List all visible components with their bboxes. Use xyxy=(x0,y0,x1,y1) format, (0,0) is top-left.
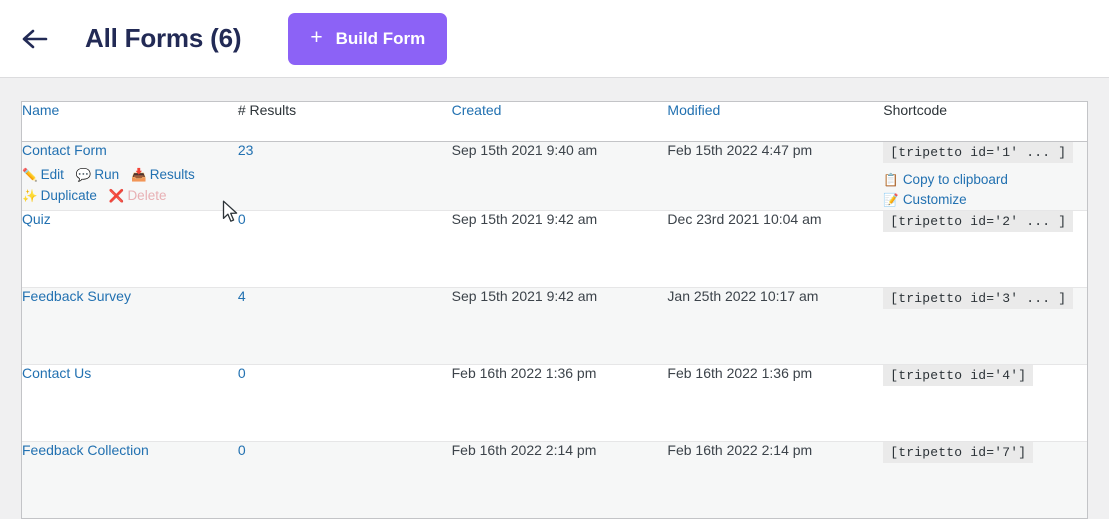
shortcode-actions: 📋 Copy to clipboard 📝 Customize xyxy=(883,170,1087,210)
row-action-duplicate[interactable]: ✨ Duplicate xyxy=(22,188,97,203)
cell-modified: Jan 25th 2022 10:17 am xyxy=(667,287,884,365)
shortcode-value: [tripetto id='4'] xyxy=(883,365,1034,386)
table-header: Name # Results Created Modified Shortcod… xyxy=(22,102,1087,142)
row-action-results[interactable]: 📥 Results xyxy=(131,167,195,182)
form-name-link[interactable]: Contact Form xyxy=(22,142,107,158)
table-row: Quiz 0 Sep 15th 2021 9:42 am Dec 23rd 20… xyxy=(22,210,1087,288)
forms-table: Name # Results Created Modified Shortcod… xyxy=(22,102,1087,518)
form-name-link[interactable]: Feedback Survey xyxy=(22,288,131,304)
shortcode-value: [tripetto id='2' ... ] xyxy=(883,211,1074,232)
build-form-label: Build Form xyxy=(335,28,426,48)
sparkles-icon: ✨ xyxy=(22,189,38,203)
cell-created: Sep 15th 2021 9:42 am xyxy=(451,287,668,365)
form-name-link[interactable]: Quiz xyxy=(22,211,51,227)
cell-created: Feb 16th 2022 2:14 pm xyxy=(451,441,668,518)
row-action-run[interactable]: 💬 Run xyxy=(76,167,119,182)
table-body: Contact Form ✏️ Edit 💬 Run 📥 Results ✨ Duplica… xyxy=(22,141,1087,518)
results-count-link[interactable]: 0 xyxy=(238,211,246,227)
column-header-modified[interactable]: Modified xyxy=(667,102,884,142)
table-row: Feedback Survey 4 Sep 15th 2021 9:42 am … xyxy=(22,287,1087,365)
form-name-link[interactable]: Contact Us xyxy=(22,365,91,381)
cell-shortcode: [tripetto id='3' ... ] xyxy=(883,287,1087,365)
speech-bubble-icon: 💬 xyxy=(75,168,92,182)
row-actions: ✏️ Edit 💬 Run 📥 Results ✨ Duplicate ❌ Delete xyxy=(22,164,238,206)
copy-to-clipboard-link[interactable]: 📋 Copy to clipboard xyxy=(883,170,1087,190)
cell-results: 0 xyxy=(237,364,452,442)
inbox-tray-icon: 📥 xyxy=(131,168,147,182)
plus-icon: + xyxy=(310,26,323,49)
cell-name: Contact Us xyxy=(22,364,238,442)
cell-created: Sep 15th 2021 9:40 am xyxy=(451,141,668,211)
back-button[interactable] xyxy=(18,22,52,56)
results-count-link[interactable]: 4 xyxy=(238,288,246,304)
cell-modified: Feb 16th 2022 1:36 pm xyxy=(667,364,884,442)
row-action-delete: ❌ Delete xyxy=(108,188,167,203)
cell-shortcode: [tripetto id='4'] xyxy=(883,364,1087,442)
results-count-link[interactable]: 0 xyxy=(238,365,246,381)
customize-link[interactable]: 📝 Customize xyxy=(883,190,1087,210)
column-header-name[interactable]: Name xyxy=(22,102,238,142)
cell-shortcode: [tripetto id='1' ... ] 📋 Copy to clipboar… xyxy=(883,141,1087,211)
table-row: Contact Us 0 Feb 16th 2022 1:36 pm Feb 1… xyxy=(22,364,1087,442)
column-header-results: # Results xyxy=(237,102,452,142)
shortcode-value: [tripetto id='3' ... ] xyxy=(883,288,1074,309)
shortcode-value: [tripetto id='7'] xyxy=(883,442,1034,463)
cell-modified: Dec 23rd 2021 10:04 am xyxy=(667,210,884,288)
cell-name: Contact Form ✏️ Edit 💬 Run 📥 Results ✨ Duplica… xyxy=(22,141,238,211)
forms-table-card: Name # Results Created Modified Shortcod… xyxy=(21,101,1088,519)
cell-results: 0 xyxy=(237,210,452,288)
cell-results: 0 xyxy=(237,441,452,518)
results-count-link[interactable]: 0 xyxy=(238,442,246,458)
memo-icon: 📝 xyxy=(883,193,899,207)
column-header-created[interactable]: Created xyxy=(451,102,668,142)
table-row: Contact Form ✏️ Edit 💬 Run 📥 Results ✨ Duplica… xyxy=(22,141,1087,211)
cell-created: Sep 15th 2021 9:42 am xyxy=(451,210,668,288)
arrow-left-icon xyxy=(22,29,48,49)
cell-modified: Feb 15th 2022 4:47 pm xyxy=(667,141,884,211)
cell-name: Quiz xyxy=(22,210,238,288)
build-form-button[interactable]: + Build Form xyxy=(288,12,448,65)
cell-created: Feb 16th 2022 1:36 pm xyxy=(451,364,668,442)
clipboard-icon: 📋 xyxy=(883,173,899,187)
pencil-icon: ✏️ xyxy=(22,168,38,182)
cross-mark-icon: ❌ xyxy=(108,189,125,203)
table-row: Feedback Collection 0 Feb 16th 2022 2:14… xyxy=(22,441,1087,518)
column-header-shortcode: Shortcode xyxy=(883,102,1087,142)
page-header: All Forms (6) + Build Form xyxy=(0,0,1109,78)
cell-name: Feedback Collection xyxy=(22,441,238,518)
cell-name: Feedback Survey xyxy=(22,287,238,365)
shortcode-value: [tripetto id='1' ... ] xyxy=(883,142,1074,163)
form-name-link[interactable]: Feedback Collection xyxy=(22,442,149,458)
page-title: All Forms (6) xyxy=(85,23,242,53)
results-count-link[interactable]: 23 xyxy=(238,142,254,158)
row-action-edit[interactable]: ✏️ Edit xyxy=(22,167,64,182)
cell-shortcode: [tripetto id='2' ... ] xyxy=(883,210,1087,288)
cell-shortcode: [tripetto id='7'] xyxy=(883,441,1087,518)
cell-modified: Feb 16th 2022 2:14 pm xyxy=(667,441,884,518)
cell-results: 23 xyxy=(237,141,452,211)
cell-results: 4 xyxy=(237,287,452,365)
table-header-row: Name # Results Created Modified Shortcod… xyxy=(22,102,1087,142)
